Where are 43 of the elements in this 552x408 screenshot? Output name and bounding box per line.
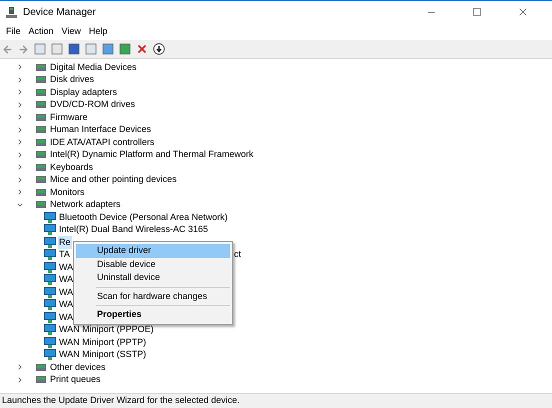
menu-option[interactable]: Scan for hardware changes (76, 290, 230, 303)
tree-item[interactable]: Intel(R) Dynamic Platform and Thermal Framework (50, 148, 254, 162)
tree-item[interactable]: WA (58, 273, 74, 286)
tree-item[interactable]: Mice and other pointing devices (50, 173, 177, 186)
tree-item-text: ct (234, 248, 242, 261)
tree-item[interactable]: Bluetooth Device (Personal Area Network) (58, 210, 229, 224)
menu-item[interactable]: View (58, 24, 85, 38)
tree-item[interactable]: Digital Media Devices (50, 60, 137, 74)
tree-item[interactable]: Disk drives (50, 73, 94, 86)
menu-option[interactable]: Properties (76, 308, 230, 322)
menu-option[interactable]: Uninstall device (76, 271, 230, 284)
tree-item[interactable]: Monitors (50, 186, 85, 199)
menu-option[interactable]: Disable device (76, 258, 230, 271)
tree-item[interactable]: Display adapters (50, 86, 118, 99)
tree-item[interactable]: Print queues (50, 373, 101, 386)
tree-item[interactable]: Other devices (50, 360, 106, 374)
tree-item[interactable]: Intel(R) Dual Band Wireless-AC 3165 (58, 223, 210, 236)
tree-item[interactable]: WA (58, 298, 74, 312)
menu-item[interactable]: File (2, 24, 25, 38)
tree-item[interactable]: Network adapters (50, 198, 121, 212)
tree-item[interactable]: TA (58, 248, 71, 262)
tree-item[interactable]: WAN Miniport (SSTP) (58, 348, 148, 362)
menu-item[interactable]: Action (24, 24, 58, 38)
computer-icon (6, 6, 17, 18)
tree-item[interactable]: Human Interface Devices (50, 123, 152, 136)
maximize-icon (472, 7, 482, 17)
tree-item[interactable]: WA (58, 260, 74, 274)
window-title: Device Manager (23, 6, 96, 20)
tree-item[interactable]: IDE ATA/ATAPI controllers (50, 136, 154, 149)
tree-item[interactable]: Firmware (50, 110, 88, 124)
tree-item[interactable]: Re (58, 236, 72, 249)
delete-icon[interactable] (136, 43, 148, 55)
download-icon[interactable] (153, 43, 165, 55)
status-text: Launches the Update Driver Wizard for the selected device. (2, 394, 240, 408)
tree-item[interactable]: WAN Miniport (PPTP) (58, 336, 148, 349)
tree-item[interactable]: WA (58, 310, 74, 324)
menu-option[interactable]: Update driver (76, 244, 230, 258)
tree-item[interactable]: DVD/CD-ROM drives (50, 98, 136, 112)
tree-item[interactable]: WAN Miniport (PPPOE) (58, 323, 155, 336)
tree-item[interactable]: Keyboards (50, 160, 94, 174)
tree-item[interactable]: WA (58, 286, 74, 299)
close-icon (517, 6, 529, 18)
menu-item[interactable]: Help (84, 24, 112, 38)
